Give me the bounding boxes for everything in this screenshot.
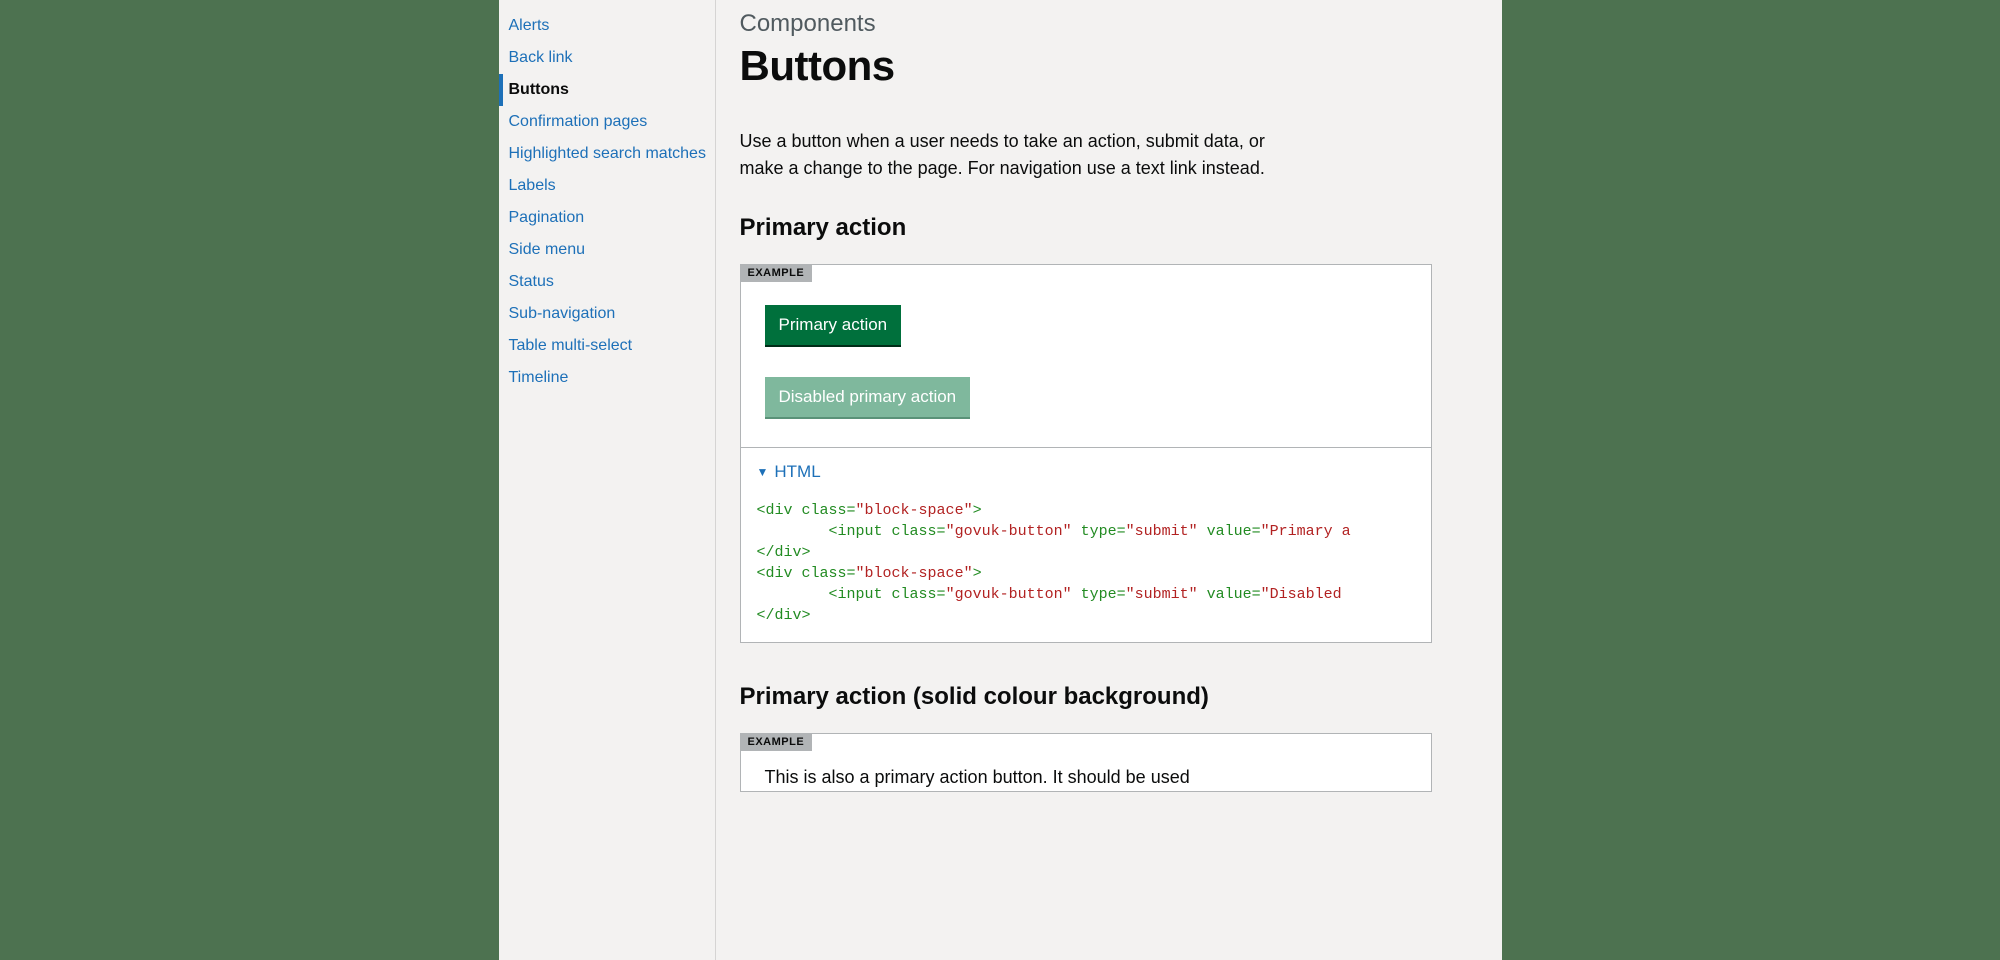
sidebar-link[interactable]: Buttons bbox=[509, 81, 715, 99]
details-label: HTML bbox=[774, 462, 820, 482]
code-block: <div class="block-space"> <input class="… bbox=[757, 500, 1415, 626]
html-toggle[interactable]: ▼ HTML bbox=[757, 462, 1415, 482]
example-text: This is also a primary action button. It… bbox=[765, 764, 1407, 791]
main-content: Components Buttons Use a button when a u… bbox=[716, 0, 1502, 960]
sidebar-item-sub-navigation[interactable]: Sub-navigation bbox=[499, 298, 715, 330]
sidebar-link[interactable]: Back link bbox=[509, 49, 715, 67]
sidebar-item-pagination[interactable]: Pagination bbox=[499, 202, 715, 234]
code-details: ▼ HTML <div class="block-space"> <input … bbox=[741, 447, 1431, 642]
sidebar-item-side-menu[interactable]: Side menu bbox=[499, 234, 715, 266]
sidebar-item-status[interactable]: Status bbox=[499, 266, 715, 298]
section-heading-primary-action: Primary action bbox=[740, 214, 1432, 242]
sidebar-link[interactable]: Alerts bbox=[509, 17, 715, 35]
sidebar-link[interactable]: Side menu bbox=[509, 241, 715, 259]
primary-action-button[interactable]: Primary action bbox=[765, 305, 902, 345]
example-content: Primary action Disabled primary action bbox=[741, 265, 1431, 447]
page-container: Alerts Back link Buttons Confirmation pa… bbox=[499, 0, 1502, 960]
sidebar-item-buttons[interactable]: Buttons bbox=[499, 74, 715, 106]
sidebar-item-labels[interactable]: Labels bbox=[499, 170, 715, 202]
sidebar-link[interactable]: Pagination bbox=[509, 209, 715, 227]
sidebar-item-table-multi-select[interactable]: Table multi-select bbox=[499, 330, 715, 362]
disclosure-triangle-icon: ▼ bbox=[757, 465, 769, 479]
breadcrumb: Components bbox=[740, 10, 1432, 38]
example-content: This is also a primary action button. It… bbox=[741, 734, 1431, 791]
sidebar-link[interactable]: Sub-navigation bbox=[509, 305, 715, 323]
sidebar-link[interactable]: Labels bbox=[509, 177, 715, 195]
sidebar-link[interactable]: Timeline bbox=[509, 369, 715, 387]
sidebar-link[interactable]: Confirmation pages bbox=[509, 113, 715, 131]
example-box-solid: EXAMPLE This is also a primary action bu… bbox=[740, 733, 1432, 792]
example-label: EXAMPLE bbox=[740, 733, 813, 751]
intro-text: Use a button when a user needs to take a… bbox=[740, 128, 1300, 182]
sidebar-item-confirmation-pages[interactable]: Confirmation pages bbox=[499, 106, 715, 138]
sidebar-item-alerts[interactable]: Alerts bbox=[499, 10, 715, 42]
example-label: EXAMPLE bbox=[740, 264, 813, 282]
sidebar-link[interactable]: Table multi-select bbox=[509, 337, 715, 355]
sidebar-item-highlighted-search-matches[interactable]: Highlighted search matches bbox=[499, 138, 715, 170]
page-title: Buttons bbox=[740, 42, 1432, 90]
section-heading-solid-background: Primary action (solid colour background) bbox=[740, 683, 1432, 711]
sidebar-link[interactable]: Highlighted search matches bbox=[509, 145, 715, 163]
sidebar-item-back-link[interactable]: Back link bbox=[499, 42, 715, 74]
example-box-primary: EXAMPLE Primary action Disabled primary … bbox=[740, 264, 1432, 643]
disabled-primary-action-button: Disabled primary action bbox=[765, 377, 971, 417]
sidebar-nav: Alerts Back link Buttons Confirmation pa… bbox=[499, 0, 716, 960]
sidebar-item-timeline[interactable]: Timeline bbox=[499, 362, 715, 394]
sidebar-link[interactable]: Status bbox=[509, 273, 715, 291]
